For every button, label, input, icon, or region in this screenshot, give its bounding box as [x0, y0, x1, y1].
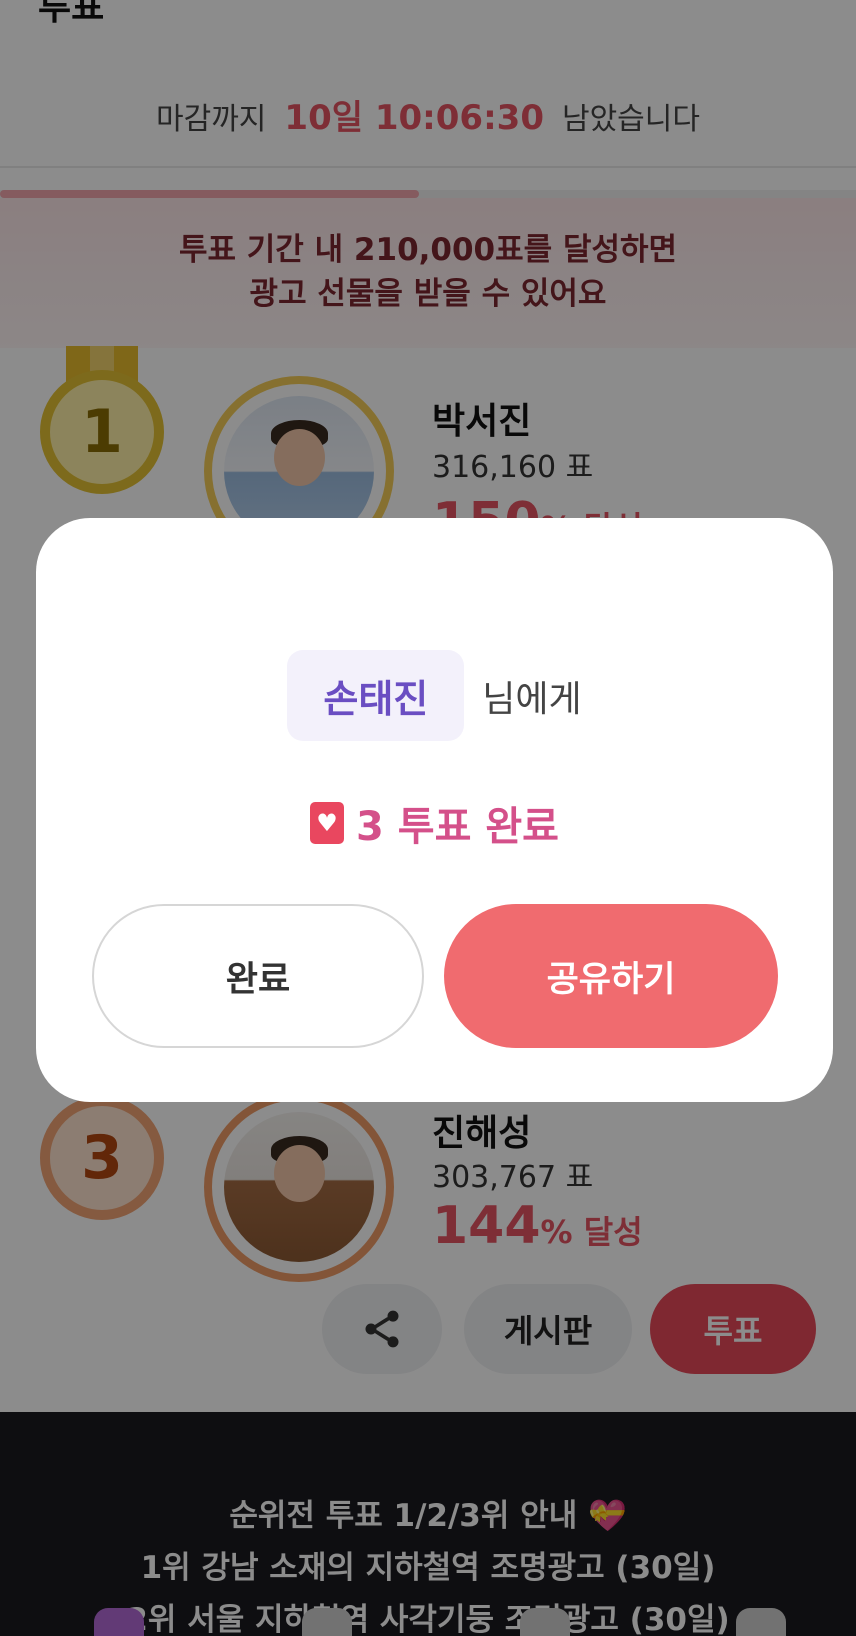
vote-result: ♥ 3 투표 완료	[36, 794, 833, 852]
share-dialog-button[interactable]: 공유하기	[444, 904, 778, 1048]
vote-complete-dialog: 손태진 님에게 ♥ 3 투표 완료 완료 공유하기	[36, 518, 833, 1102]
recipient-suffix: 님에게	[482, 678, 582, 720]
done-button[interactable]: 완료	[92, 904, 424, 1048]
recipient-name: 손태진	[287, 650, 465, 741]
recipient-row: 손태진 님에게	[36, 650, 833, 741]
vote-result-text: 3 투표 완료	[356, 804, 559, 850]
heart-icon: ♥	[310, 802, 345, 844]
